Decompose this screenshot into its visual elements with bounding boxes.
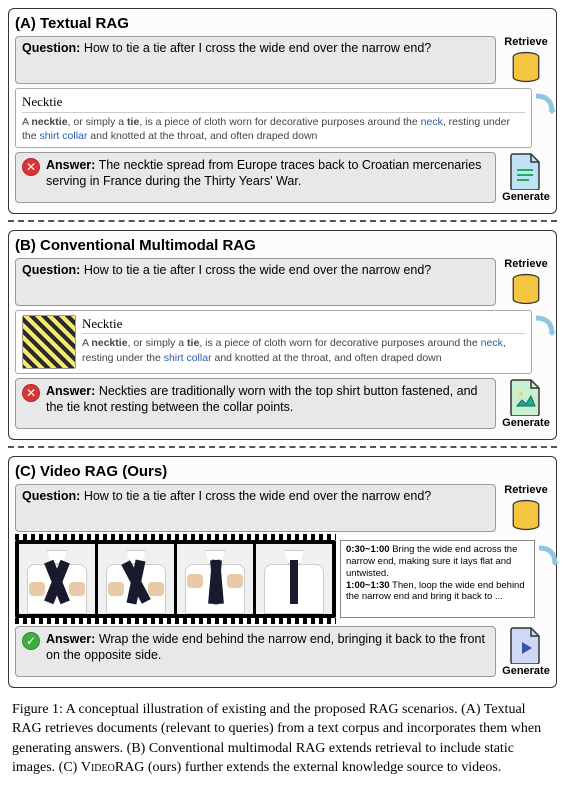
image-document-icon xyxy=(509,378,543,416)
arrow-spacer xyxy=(541,540,550,618)
answer-box-b: ✕ Answer: Neckties are traditionally wor… xyxy=(15,378,496,429)
answer-body: The necktie spread from Europe traces ba… xyxy=(46,158,481,188)
answer-box-a: ✕ Answer: The necktie spread from Europe… xyxy=(15,152,496,203)
video-frame xyxy=(19,544,95,614)
retrieval-title: Necktie xyxy=(22,93,525,113)
caption-brand: VideoRAG xyxy=(81,760,145,775)
arrow-icon xyxy=(532,314,556,338)
retrieve-label: Retrieve xyxy=(504,258,547,270)
arrow-icon xyxy=(532,92,556,116)
retrieval-text-frag: A xyxy=(82,337,91,349)
retrieval-text-bold: necktie xyxy=(91,337,127,349)
retrieval-text: A necktie, or simply a tie, is a piece o… xyxy=(22,115,525,143)
retrieval-text-frag: , is a piece of cloth worn for decorativ… xyxy=(139,116,420,128)
question-text: How to tie a tie after I cross the wide … xyxy=(84,41,431,55)
figure-1: (A) Textual RAG Question: How to tie a t… xyxy=(0,0,565,785)
database-icon xyxy=(509,272,543,306)
panel-b-title: (B) Conventional Multimodal RAG xyxy=(15,237,550,254)
timestamp: 0:30~1:00 xyxy=(346,544,390,555)
retrieval-text-frag: and knotted at the throat, and often dra… xyxy=(212,352,442,364)
question-label: Question: xyxy=(22,489,80,503)
retrieval-text-frag: , or simply a xyxy=(128,337,188,349)
video-frame xyxy=(256,544,332,614)
retrieval-text-frag: A xyxy=(22,116,31,128)
retrieval-link: shirt collar xyxy=(40,130,88,142)
separator xyxy=(8,220,557,222)
panel-b: (B) Conventional Multimodal RAG Question… xyxy=(8,230,557,440)
answer-text-a: Answer: The necktie spread from Europe t… xyxy=(46,157,489,190)
retrieval-text-frag: and knotted at the throat, and often dra… xyxy=(87,130,317,142)
retrieval-box-b: Necktie A necktie, or simply a tie, is a… xyxy=(15,310,532,374)
video-frame xyxy=(177,544,253,614)
question-label: Question: xyxy=(22,263,80,277)
answer-body: Wrap the wide end behind the narrow end,… xyxy=(46,632,485,662)
answer-body: Neckties are traditionally worn with the… xyxy=(46,384,478,414)
arrow-icon xyxy=(535,544,559,568)
panel-a-title: (A) Textual RAG xyxy=(15,15,550,32)
retrieval-link: neck xyxy=(421,116,443,128)
document-icon xyxy=(509,152,543,190)
retrieval-text-frag: , is a piece of cloth worn for decorativ… xyxy=(199,337,480,349)
answer-label: Answer: xyxy=(46,384,95,398)
check-icon: ✓ xyxy=(22,632,40,650)
tie-image xyxy=(22,315,76,369)
retrieve-label: Retrieve xyxy=(504,484,547,496)
answer-label: Answer: xyxy=(46,632,95,646)
retrieval-link: shirt collar xyxy=(164,352,212,364)
generate-label: Generate xyxy=(502,665,550,677)
question-box-b: Question: How to tie a tie after I cross… xyxy=(15,258,496,306)
question-box-c: Question: How to tie a tie after I cross… xyxy=(15,484,496,532)
question-label: Question: xyxy=(22,41,80,55)
figure-caption: Figure 1: A conceptual illustration of e… xyxy=(8,700,557,777)
x-icon: ✕ xyxy=(22,158,40,176)
retrieval-link: neck xyxy=(481,337,503,349)
retrieve-label: Retrieve xyxy=(504,36,547,48)
retrieval-text-bold: tie xyxy=(187,337,199,349)
arrow-spacer xyxy=(538,310,550,374)
generate-col-a: Generate xyxy=(502,152,550,203)
generate-label: Generate xyxy=(502,191,550,203)
answer-label: Answer: xyxy=(46,158,95,172)
question-text: How to tie a tie after I cross the wide … xyxy=(84,263,431,277)
question-box-a: Question: How to tie a tie after I cross… xyxy=(15,36,496,84)
generate-col-c: Generate xyxy=(502,626,550,677)
answer-box-c: ✓ Answer: Wrap the wide end behind the n… xyxy=(15,626,496,677)
database-icon xyxy=(509,50,543,84)
retrieve-col-c: Retrieve xyxy=(502,484,550,532)
video-retrieval-c: 0:30~1:00 Bring the wide end across the … xyxy=(15,540,535,618)
answer-text-c: Answer: Wrap the wide end behind the nar… xyxy=(46,631,489,664)
retrieve-col-a: Retrieve xyxy=(502,36,550,84)
retrieval-title: Necktie xyxy=(82,315,525,335)
caption-tail: (ours) further extends the external know… xyxy=(144,760,501,775)
video-document-icon xyxy=(509,626,543,664)
generate-label: Generate xyxy=(502,417,550,429)
retrieval-text-frag: , or simply a xyxy=(68,116,128,128)
database-icon xyxy=(509,498,543,532)
retrieval-text: A necktie, or simply a tie, is a piece o… xyxy=(82,336,525,364)
retrieval-box-a: Necktie A necktie, or simply a tie, is a… xyxy=(15,88,532,148)
retrieval-text-bold: necktie xyxy=(31,116,67,128)
panel-a: (A) Textual RAG Question: How to tie a t… xyxy=(8,8,557,214)
panel-c-title: (C) Video RAG (Ours) xyxy=(15,463,550,480)
retrieval-text-bold: tie xyxy=(127,116,139,128)
separator xyxy=(8,446,557,448)
retrieve-col-b: Retrieve xyxy=(502,258,550,306)
timestamp: 1:00~1:30 xyxy=(346,580,390,591)
x-icon: ✕ xyxy=(22,384,40,402)
arrow-spacer xyxy=(538,88,550,148)
answer-text-b: Answer: Neckties are traditionally worn … xyxy=(46,383,489,416)
panel-c: (C) Video RAG (Ours) Question: How to ti… xyxy=(8,456,557,688)
video-frame xyxy=(98,544,174,614)
video-transcript: 0:30~1:00 Bring the wide end across the … xyxy=(340,540,535,618)
question-text: How to tie a tie after I cross the wide … xyxy=(84,489,431,503)
generate-col-b: Generate xyxy=(502,378,550,429)
video-frames xyxy=(15,540,336,618)
